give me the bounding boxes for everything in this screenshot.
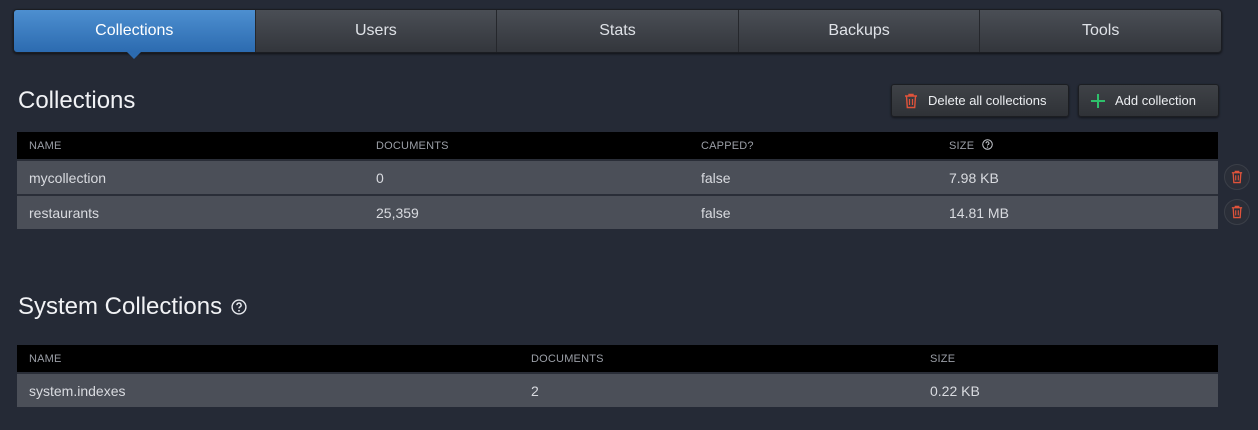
system-collections-table: NAME DOCUMENTS SIZE system.indexes 2 0.2… xyxy=(17,345,1218,407)
column-header-size-text: SIZE xyxy=(949,140,975,152)
column-header-size: SIZE xyxy=(930,352,956,365)
table-row[interactable]: system.indexes 2 0.22 KB xyxy=(17,372,1218,407)
delete-all-collections-label: Delete all collections xyxy=(928,93,1047,108)
table-row[interactable]: restaurants 25,359 false 14.81 MB xyxy=(17,194,1218,229)
row-documents: 0 xyxy=(376,169,384,186)
add-collection-button[interactable]: Add collection xyxy=(1078,84,1219,117)
nav-tabs: Collections Users Stats Backups Tools xyxy=(13,9,1222,59)
table-row[interactable]: mycollection 0 false 7.98 KB xyxy=(17,159,1218,194)
tab-tools[interactable]: Tools xyxy=(979,10,1221,52)
collections-table: NAME DOCUMENTS CAPPED? SIZE mycollection… xyxy=(17,132,1218,229)
column-header-name: NAME xyxy=(29,139,62,152)
collections-title-text: Collections xyxy=(18,87,136,114)
tab-collections[interactable]: Collections xyxy=(14,10,255,59)
plus-icon xyxy=(1091,93,1105,108)
row-size: 7.98 KB xyxy=(949,169,999,186)
trash-icon xyxy=(904,93,918,109)
row-capped: false xyxy=(701,204,731,221)
row-size: 0.22 KB xyxy=(930,382,980,399)
system-collections-title: System Collections xyxy=(18,293,247,321)
trash-icon xyxy=(1231,205,1243,219)
row-size: 14.81 MB xyxy=(949,204,1009,221)
column-header-documents: DOCUMENTS xyxy=(531,352,604,365)
row-name[interactable]: mycollection xyxy=(29,170,106,186)
column-header-size: SIZE xyxy=(949,139,993,152)
tab-stats[interactable]: Stats xyxy=(496,10,738,52)
column-header-documents: DOCUMENTS xyxy=(376,139,449,152)
tab-backups[interactable]: Backups xyxy=(737,10,980,52)
trash-icon xyxy=(1231,170,1243,184)
row-name[interactable]: restaurants xyxy=(29,205,99,221)
question-circle-icon[interactable] xyxy=(981,139,993,150)
question-circle-icon[interactable] xyxy=(231,299,247,315)
row-name[interactable]: system.indexes xyxy=(29,383,125,399)
column-header-name: NAME xyxy=(29,352,62,365)
add-collection-label: Add collection xyxy=(1115,93,1196,108)
column-header-capped: CAPPED? xyxy=(701,139,754,152)
collections-title: Collections xyxy=(18,87,135,115)
delete-all-collections-button[interactable]: Delete all collections xyxy=(891,84,1069,117)
delete-collection-button[interactable] xyxy=(1224,199,1250,225)
system-collections-title-text: System Collections xyxy=(18,293,223,320)
row-documents: 25,359 xyxy=(376,204,419,221)
delete-collection-button[interactable] xyxy=(1224,164,1250,190)
row-capped: false xyxy=(701,169,731,186)
row-documents: 2 xyxy=(531,382,539,399)
collections-table-header: NAME DOCUMENTS CAPPED? SIZE xyxy=(17,132,1218,159)
system-collections-table-header: NAME DOCUMENTS SIZE xyxy=(17,345,1218,372)
tab-users[interactable]: Users xyxy=(254,10,497,52)
